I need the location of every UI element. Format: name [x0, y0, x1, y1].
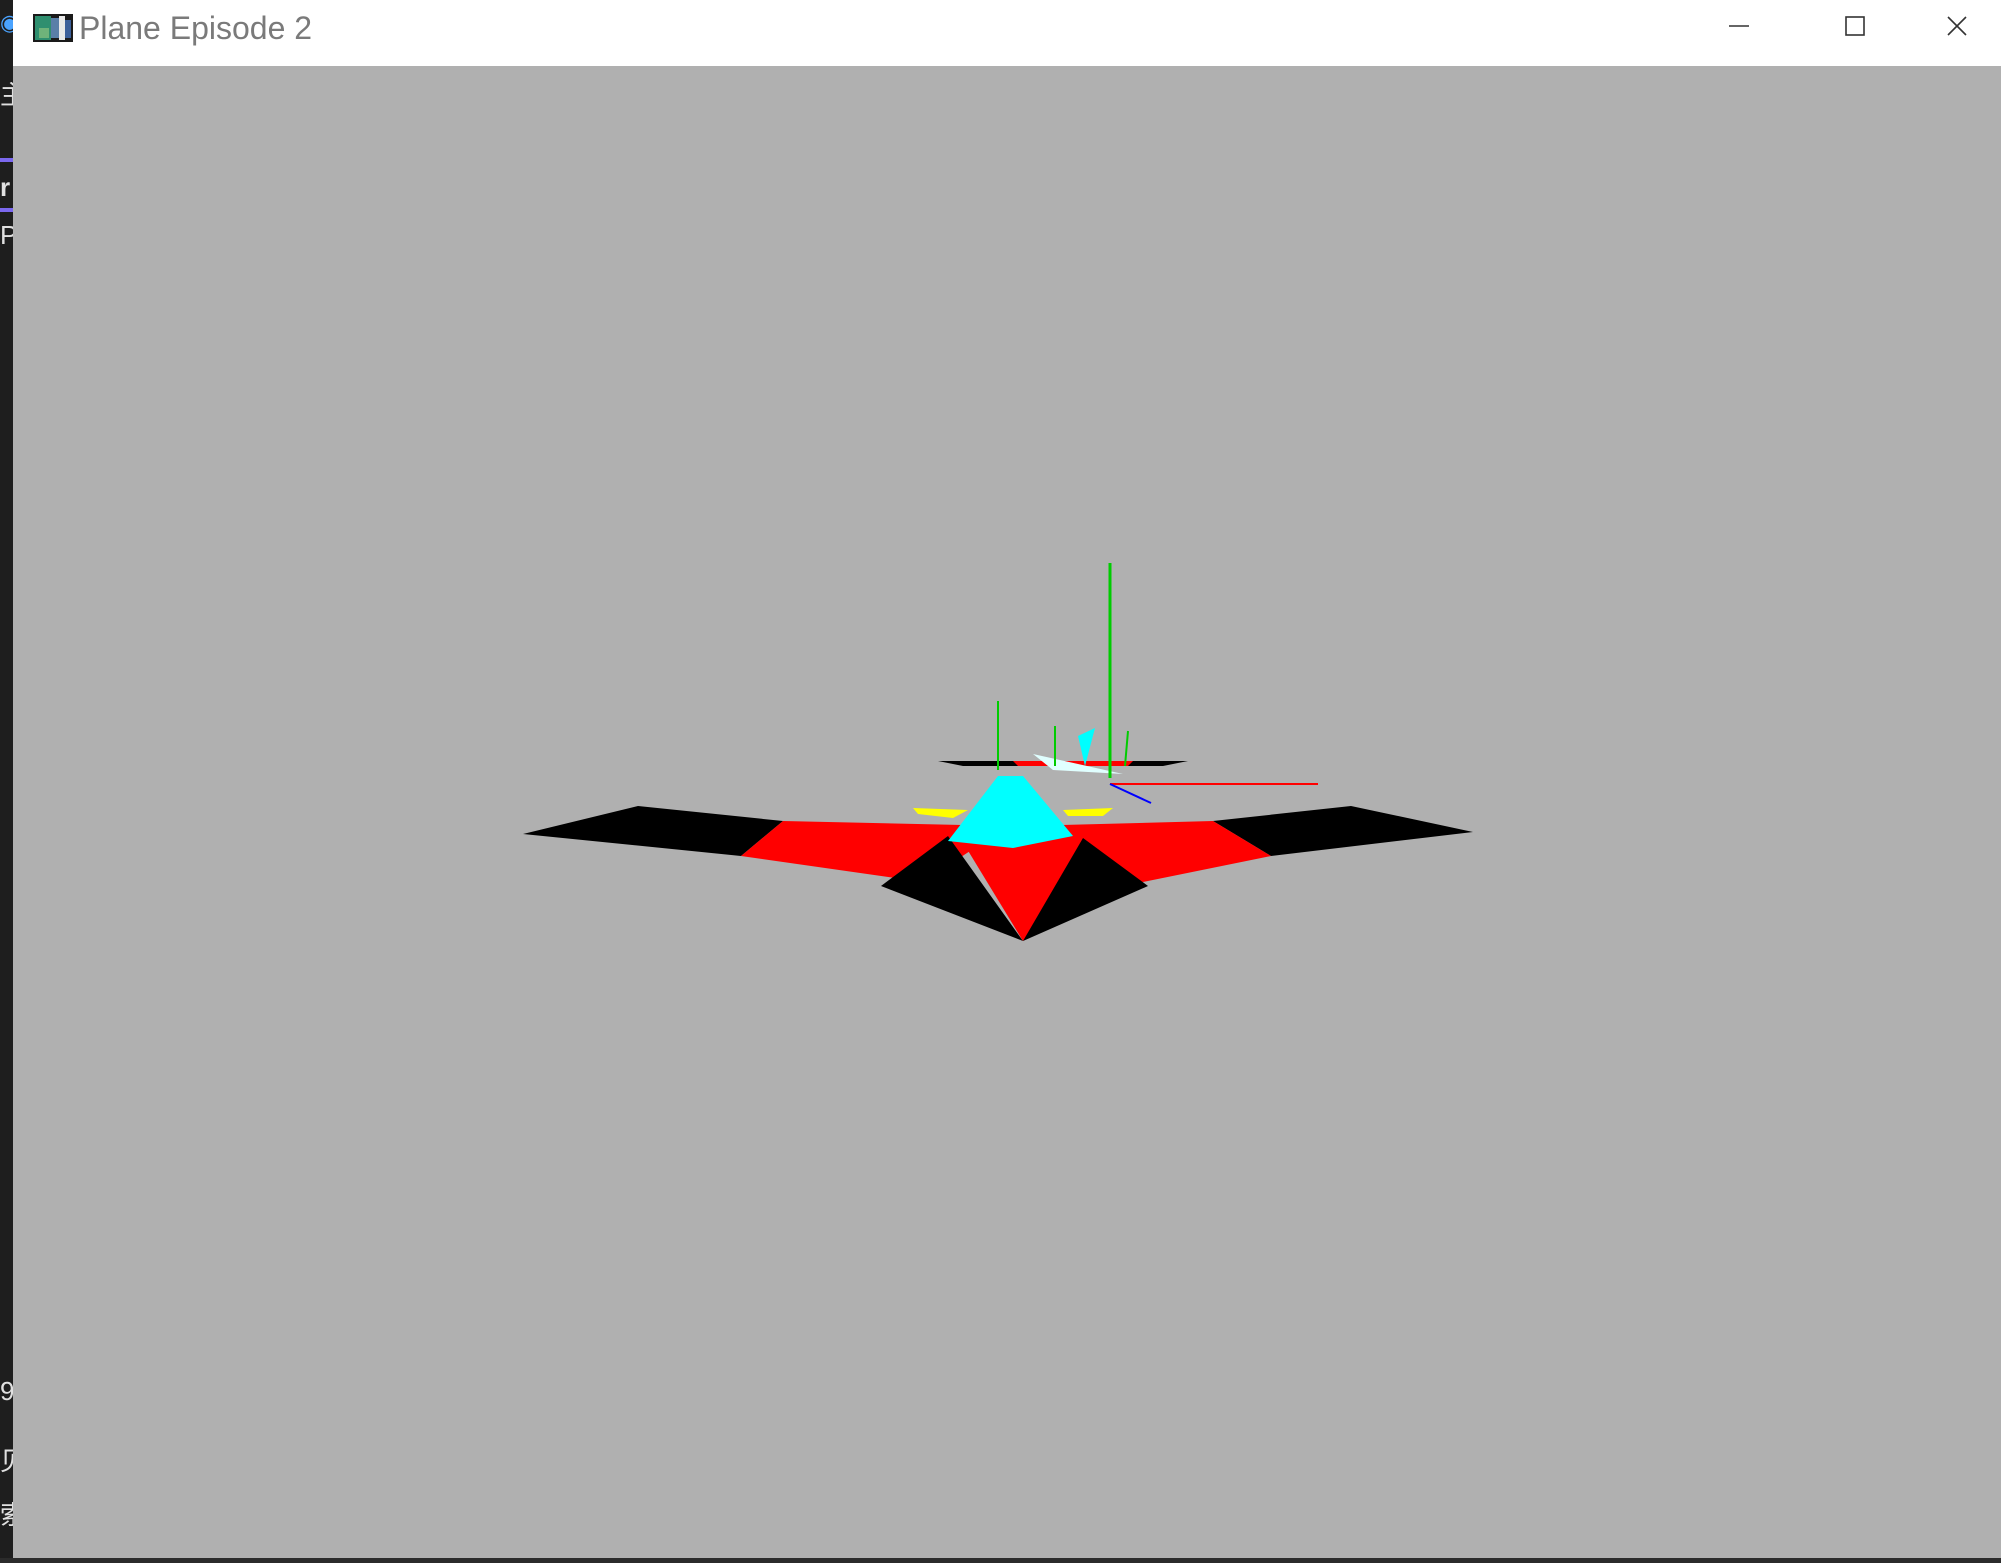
strip-text-2: r: [0, 174, 11, 200]
landing-gear-right: [1063, 808, 1113, 816]
window-title: Plane Episode 2: [79, 10, 313, 46]
opengl-app-icon: [33, 14, 73, 42]
strip-accent: [0, 158, 13, 162]
background-app-icon: ◉: [0, 10, 13, 35]
strip-text-1: 主: [0, 82, 13, 108]
axis-z-line: [1109, 783, 1152, 804]
minimize-icon: [1729, 25, 1749, 27]
maximize-icon: [1845, 16, 1865, 36]
maximize-button[interactable]: [1797, 0, 1913, 52]
tail-fin: [1078, 728, 1095, 766]
title-bar[interactable]: Plane Episode 2: [13, 0, 2001, 66]
opengl-viewport[interactable]: [13, 66, 2001, 1558]
strip-text-5: 见: [0, 1448, 13, 1474]
plane-scene: [523, 563, 1473, 941]
left-wing-tip: [523, 806, 783, 856]
strip-text-4: 9: [0, 1378, 13, 1404]
minimize-button[interactable]: [1681, 0, 1797, 52]
landing-gear-left: [913, 808, 968, 818]
close-button[interactable]: [1913, 0, 2001, 52]
strip-accent: [0, 208, 13, 212]
strip-text-3: P: [0, 222, 13, 248]
cockpit-canopy: [948, 776, 1073, 848]
gear-strut: [1124, 730, 1129, 767]
background-app-strip: ◉ 主 r P 9 见 索: [0, 0, 13, 1558]
strip-text-6: 索: [0, 1502, 13, 1528]
app-window: Plane Episode 2: [13, 0, 2001, 1558]
close-icon: [1947, 16, 1967, 36]
